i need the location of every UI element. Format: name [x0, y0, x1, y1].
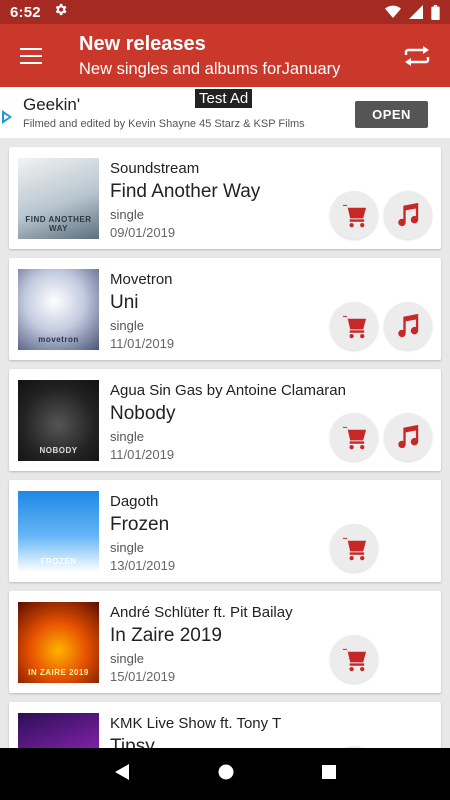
release-date: 11/01/2019	[110, 336, 175, 351]
music-note-icon	[395, 424, 421, 450]
page-subtitle: New singles and albums forJanuary	[79, 59, 341, 78]
ad-description: Filmed and edited by Kevin Shayne 45 Sta…	[23, 118, 305, 130]
release-type: single	[110, 540, 144, 555]
buy-button[interactable]	[330, 524, 378, 572]
release-artist: Dagoth	[110, 493, 159, 510]
buy-button[interactable]	[330, 191, 378, 239]
status-time: 6:52	[10, 3, 41, 21]
ad-title[interactable]: Geekin'	[23, 95, 80, 115]
battery-icon	[431, 4, 440, 20]
release-date: 11/01/2019	[110, 447, 175, 462]
shopping-cart-icon	[341, 313, 368, 340]
test-ad-label: Test Ad	[195, 89, 253, 108]
app-bar: New releases New singles and albums forJ…	[0, 24, 450, 87]
refresh-button[interactable]	[392, 24, 442, 87]
release-title: Find Another Way	[110, 181, 261, 202]
release-card[interactable]: IN ZAIRE 2019 André Schlüter ft. Pit Bail…	[9, 591, 441, 693]
listen-button[interactable]	[384, 302, 432, 350]
ad-banner[interactable]: Geekin' Filmed and edited by Kevin Shayn…	[0, 87, 450, 138]
release-type: single	[110, 207, 144, 222]
buy-button[interactable]	[330, 302, 378, 350]
menu-button[interactable]	[0, 24, 62, 87]
release-date: 09/01/2019	[110, 225, 176, 240]
status-bar: 6:52	[0, 0, 450, 24]
recents-icon[interactable]	[321, 764, 337, 785]
listen-button[interactable]	[384, 413, 432, 461]
release-type: single	[110, 429, 144, 444]
home-icon[interactable]	[217, 763, 235, 786]
buy-button[interactable]	[330, 635, 378, 683]
ad-description-suffix: 45 Starz & KSP Films	[199, 118, 305, 130]
hamburger-icon	[20, 47, 42, 64]
release-cover-art[interactable]: NOBODY	[18, 380, 99, 461]
shopping-cart-icon	[341, 424, 368, 451]
ad-description-prefix: Filmed and edited by Kevin Shayne	[23, 118, 197, 130]
settings-icon	[53, 2, 68, 22]
release-card[interactable]: KMK Live Show ft. Tony TTipsysingle	[9, 702, 441, 748]
music-note-icon	[395, 313, 421, 339]
release-title: In Zaire 2019	[110, 625, 222, 646]
release-card[interactable]: movetron Movetron Uni single 11/01/2019	[9, 258, 441, 360]
music-note-icon	[395, 202, 421, 228]
buy-button[interactable]	[330, 413, 378, 461]
shopping-cart-icon	[341, 535, 368, 562]
release-title: Frozen	[110, 514, 170, 535]
release-type: single	[110, 318, 144, 333]
release-cover-art[interactable]: movetron	[18, 269, 99, 350]
repeat-icon	[404, 45, 430, 66]
release-title: Uni	[110, 292, 139, 313]
wifi-icon	[385, 5, 401, 19]
release-card[interactable]: FIND ANOTHER WAY Soundstream Find Another …	[9, 147, 441, 249]
release-artist: Agua Sin Gas by Antoine Clamaran	[110, 382, 346, 399]
release-type: single	[110, 651, 144, 666]
ad-choices-icon[interactable]	[0, 109, 14, 130]
ad-open-button[interactable]: OPEN	[355, 101, 428, 128]
release-cover-art[interactable]	[18, 713, 99, 748]
release-cover-art[interactable]: IN ZAIRE 2019	[18, 602, 99, 683]
release-title: Nobody	[110, 403, 176, 424]
release-list[interactable]: FIND ANOTHER WAY Soundstream Find Another …	[0, 138, 450, 748]
page-title: New releases	[79, 32, 206, 55]
release-card[interactable]: NOBODY Agua Sin Gas by Antoine Clamaran No…	[9, 369, 441, 471]
navigation-bar	[0, 748, 450, 800]
cell-signal-icon	[409, 5, 423, 19]
listen-button[interactable]	[384, 191, 432, 239]
release-card[interactable]: FROZEN Dagoth Frozen single 13/01/2019	[9, 480, 441, 582]
release-artist: Soundstream	[110, 160, 200, 177]
release-date: 13/01/2019	[110, 558, 176, 573]
release-cover-art[interactable]: FROZEN	[18, 491, 99, 572]
shopping-cart-icon	[341, 202, 368, 229]
release-artist: Movetron	[110, 271, 173, 288]
back-icon[interactable]	[113, 763, 131, 786]
release-date: 15/01/2019	[110, 669, 176, 684]
release-cover-art[interactable]: FIND ANOTHER WAY	[18, 158, 99, 239]
release-artist: André Schlüter ft. Pit Bailay	[110, 604, 293, 621]
shopping-cart-icon	[341, 646, 368, 673]
release-title: Tipsy	[110, 736, 155, 748]
release-artist: KMK Live Show ft. Tony T	[110, 715, 282, 732]
